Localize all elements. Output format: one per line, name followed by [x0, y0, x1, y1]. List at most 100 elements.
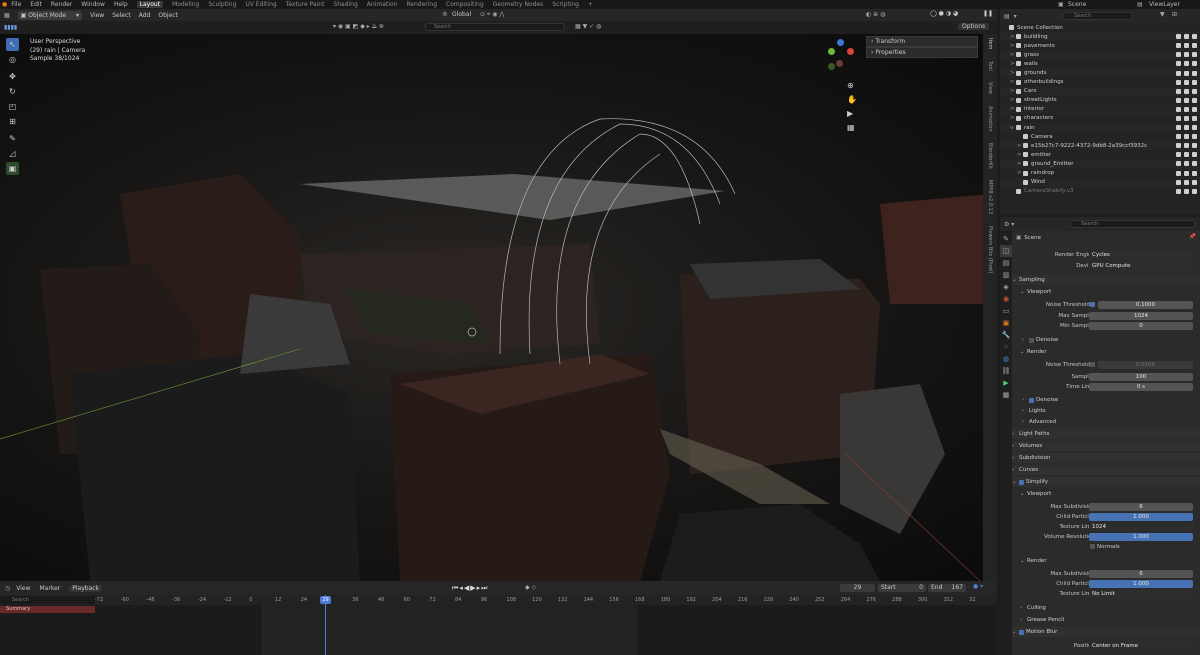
- r-denoise-checkbox[interactable]: [1029, 397, 1034, 403]
- playhead-frame-label[interactable]: 29: [320, 596, 331, 604]
- r-noise-threshold-field[interactable]: 0.0100: [1098, 360, 1193, 369]
- visibility-toggles[interactable]: [1176, 179, 1197, 185]
- outliner-row[interactable]: > ground_Emitter: [1000, 159, 1200, 169]
- menu-render[interactable]: Render: [51, 1, 72, 8]
- options-dropdown[interactable]: Options: [958, 23, 990, 30]
- sidebar-tab-animation[interactable]: Animation: [987, 106, 993, 132]
- auto-keying-icon[interactable]: ● ▾: [973, 583, 983, 590]
- outliner-row[interactable]: > interior: [1000, 104, 1200, 114]
- sidebar-tab-tool[interactable]: Tool: [987, 61, 993, 71]
- display-mode-icon[interactable]: ▾: [1014, 13, 1017, 20]
- outliner-row[interactable]: Scene Collection: [1000, 23, 1200, 32]
- menu-edit[interactable]: Edit: [30, 1, 42, 8]
- toolbar-icons[interactable]: ▾ ◉ ▣ ◩ ◆ ▸ ⟁ ⊗: [333, 23, 384, 31]
- visibility-toggles[interactable]: [1176, 34, 1197, 40]
- vp-denoise-checkbox[interactable]: [1029, 337, 1034, 343]
- keyframe-icons[interactable]: ◆ ◇: [525, 584, 536, 591]
- visibility-toggles[interactable]: [1176, 88, 1197, 94]
- eye-icon[interactable]: [1184, 61, 1189, 67]
- visibility-toggles[interactable]: [1176, 43, 1197, 49]
- include-checkbox-icon[interactable]: [1176, 115, 1181, 121]
- visibility-toggles[interactable]: [1176, 52, 1197, 58]
- menu-view[interactable]: View: [90, 12, 104, 19]
- outliner-row[interactable]: > e15b27c7-9222-4372-9db8-2a39ccf3932c: [1000, 141, 1200, 151]
- scale-tool-icon[interactable]: ◰: [6, 100, 19, 113]
- visibility-toggles[interactable]: [1176, 106, 1197, 112]
- visibility-toggles[interactable]: [1176, 97, 1197, 103]
- position-dropdown[interactable]: Center on Frame: [1089, 641, 1193, 650]
- outliner-row[interactable]: CameraShakify.v3: [1000, 187, 1200, 196]
- eye-icon[interactable]: [1184, 70, 1189, 76]
- timeline-menu-view[interactable]: View: [16, 585, 30, 592]
- scene-tab-icon[interactable]: ◈: [1000, 281, 1012, 293]
- editor-type-icon[interactable]: ▦: [4, 12, 10, 19]
- camera-render-icon[interactable]: [1192, 70, 1197, 76]
- workspace-tab-geometry-nodes[interactable]: Geometry Nodes: [493, 1, 544, 8]
- vp-volume-resolution-field[interactable]: 1.000: [1089, 532, 1193, 541]
- camera-render-icon[interactable]: [1192, 34, 1197, 40]
- sampling-render-subpanel[interactable]: ⌄ Render: [1020, 347, 1200, 357]
- eye-icon[interactable]: [1184, 115, 1189, 121]
- rotate-tool-icon[interactable]: ↻: [6, 85, 19, 98]
- world-tab-icon[interactable]: ◉: [1000, 293, 1012, 305]
- menu-object[interactable]: Object: [158, 12, 178, 19]
- vp-noise-threshold-field[interactable]: 0.1000: [1098, 300, 1193, 309]
- visibility-toggles[interactable]: [1176, 61, 1197, 67]
- advanced-subpanel[interactable]: › Advanced: [1022, 417, 1200, 427]
- eye-icon[interactable]: [1184, 52, 1189, 58]
- navigation-gizmo[interactable]: [825, 38, 855, 78]
- data-tab-icon[interactable]: ▶: [1000, 377, 1012, 389]
- summary-channel[interactable]: Summary: [0, 606, 95, 613]
- camera-render-icon[interactable]: [1192, 152, 1197, 158]
- light-paths-panel-header[interactable]: › Light Paths: [1012, 429, 1200, 439]
- outliner-editor-icon[interactable]: ▤: [1004, 13, 1010, 20]
- visibility-toggles[interactable]: [1176, 70, 1197, 76]
- transform-tool-icon[interactable]: ⊞: [6, 115, 19, 128]
- outliner-row[interactable]: > pavements: [1000, 41, 1200, 50]
- eye-icon[interactable]: [1184, 170, 1189, 176]
- scene-selector[interactable]: Scene: [1068, 1, 1086, 8]
- sidebar-tab-view[interactable]: View: [987, 82, 993, 94]
- workspace-tab-layout[interactable]: Layout: [136, 1, 164, 8]
- visibility-toggles[interactable]: [1176, 134, 1197, 140]
- visibility-toggles[interactable]: [1176, 170, 1197, 176]
- vp-texture-limit-dropdown[interactable]: 1024: [1089, 522, 1193, 531]
- blender-logo-icon[interactable]: ●: [2, 1, 7, 8]
- end-frame-field[interactable]: End 167: [928, 584, 966, 592]
- workspace-tab-animation[interactable]: Animation: [367, 1, 398, 8]
- tool-tab-icon[interactable]: ✎: [1000, 233, 1012, 245]
- menu-file[interactable]: File: [11, 1, 21, 8]
- constraints-tab-icon[interactable]: ⛓: [1000, 365, 1012, 377]
- workspace-tab-texture-paint[interactable]: Texture Paint: [286, 1, 325, 8]
- workspace-tab-compositing[interactable]: Compositing: [446, 1, 484, 8]
- cursor-tool-icon[interactable]: ◎: [6, 53, 19, 66]
- vp-denoise-subpanel[interactable]: › Denoise: [1022, 335, 1200, 345]
- vp-child-particles-field[interactable]: 1.000: [1089, 512, 1193, 521]
- camera-render-icon[interactable]: [1192, 143, 1197, 149]
- annotate-tool-icon[interactable]: ✎: [6, 132, 19, 145]
- eye-icon[interactable]: [1184, 43, 1189, 49]
- camera-render-icon[interactable]: [1192, 161, 1197, 167]
- camera-render-icon[interactable]: [1192, 79, 1197, 85]
- visibility-toggles[interactable]: [1176, 143, 1197, 149]
- include-checkbox-icon[interactable]: [1176, 170, 1181, 176]
- include-checkbox-icon[interactable]: [1176, 188, 1181, 194]
- simplify-checkbox[interactable]: [1019, 479, 1024, 485]
- move-tool-icon[interactable]: ✥: [6, 70, 19, 83]
- particles-tab-icon[interactable]: ⁘: [1000, 341, 1012, 353]
- normals-checkbox[interactable]: [1090, 544, 1095, 549]
- gizmo-neg-y-icon[interactable]: [828, 63, 835, 70]
- workspace-tab-scripting[interactable]: Scripting: [552, 1, 579, 8]
- pause-render-icon[interactable]: ❚❚: [983, 10, 993, 17]
- gizmo-y-icon[interactable]: [828, 48, 835, 55]
- camera-render-icon[interactable]: [1192, 52, 1197, 58]
- outliner-search-input[interactable]: Search: [1063, 12, 1133, 20]
- vp-min-samples-field[interactable]: 0: [1089, 321, 1193, 330]
- include-checkbox-icon[interactable]: [1176, 97, 1181, 103]
- camera-view-icon[interactable]: ▶: [847, 107, 857, 121]
- pin-icon[interactable]: 📌: [1189, 234, 1196, 240]
- subdivision-panel-header[interactable]: › Subdivision: [1012, 453, 1200, 463]
- lights-subpanel[interactable]: › Lights: [1022, 406, 1200, 416]
- include-checkbox-icon[interactable]: [1176, 43, 1181, 49]
- eye-icon[interactable]: [1184, 188, 1189, 194]
